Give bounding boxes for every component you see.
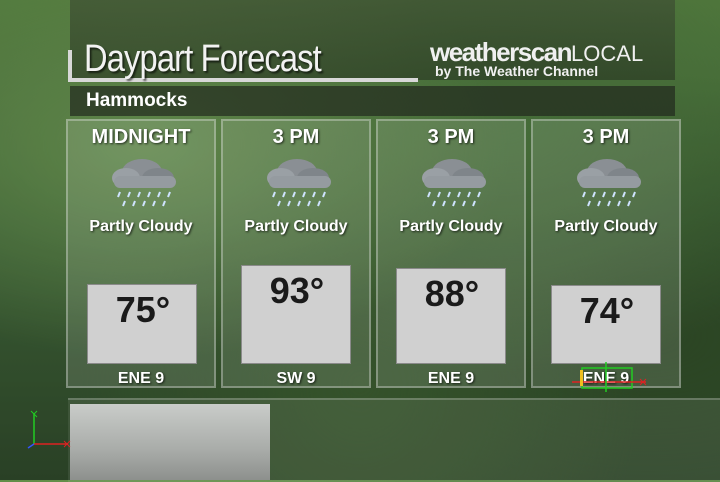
temp-box: 93° — [241, 265, 351, 364]
rain-cloud-icon — [66, 152, 216, 210]
temp-box: 88° — [396, 268, 506, 364]
condition-text: Partly Cloudy — [244, 218, 348, 235]
daypart-time: MIDNIGHT — [91, 126, 191, 148]
temp-box: 75° — [87, 284, 197, 364]
condition-text: Partly Cloudy — [399, 218, 503, 235]
daypart-time: 3 PM — [427, 126, 475, 148]
wind-text: ENE 9 — [117, 370, 165, 387]
axis-gizmo-icon — [27, 410, 71, 449]
condition-text: Partly Cloudy — [89, 218, 193, 235]
rain-cloud-icon — [376, 152, 526, 210]
bottom-thumbnail — [70, 404, 270, 480]
temperature: 74° — [579, 290, 635, 331]
daypart-time: 3 PM — [272, 126, 320, 148]
wind-text: ENE 9 — [427, 370, 475, 387]
wind-text: SW 9 — [276, 370, 316, 387]
transform-gizmo-icon[interactable] — [570, 360, 650, 394]
rain-cloud-icon — [221, 152, 371, 210]
daypart-time: 3 PM — [582, 126, 630, 148]
brand-subtitle: by The Weather Channel — [435, 63, 599, 79]
temp-box: 74° — [551, 285, 661, 364]
temperature: 75° — [115, 289, 171, 330]
temperature: 88° — [424, 273, 480, 314]
condition-text: Partly Cloudy — [554, 218, 658, 235]
rain-cloud-icon — [531, 152, 681, 210]
page-title: Daypart Forecast — [84, 38, 322, 80]
temperature: 93° — [269, 270, 325, 311]
location-name: Hammocks — [86, 90, 188, 111]
